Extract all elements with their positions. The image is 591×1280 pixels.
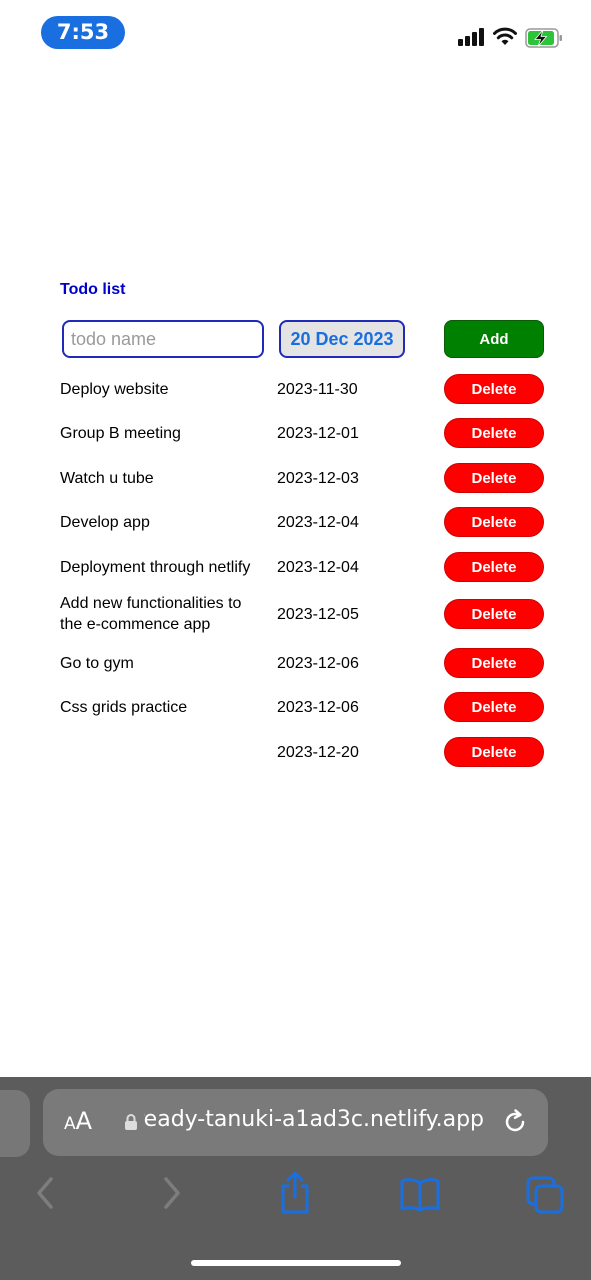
url-text[interactable]: ready-tanuki-a1ad3c.netlify.app <box>144 1107 484 1132</box>
delete-button[interactable]: Delete <box>444 599 544 629</box>
bookmarks-icon[interactable] <box>399 1176 441 1212</box>
delete-button[interactable]: Delete <box>444 463 544 493</box>
todo-row: Add new functionalities to the e-commenc… <box>0 593 591 635</box>
delete-button[interactable]: Delete <box>444 374 544 404</box>
todo-row: Watch u tube 2023-12-03 Delete <box>0 463 591 493</box>
todo-date: 2023-12-03 <box>277 469 359 487</box>
todo-row: Deployment through netlify 2023-12-04 Dele… <box>0 552 591 582</box>
todo-date: 2023-12-04 <box>277 558 359 576</box>
todo-date: 2023-12-04 <box>277 513 359 531</box>
status-time: 7:53 <box>41 16 125 49</box>
todo-name: Deploy website <box>60 380 169 398</box>
todo-date: 2023-12-20 <box>277 743 359 761</box>
todo-name: Watch u tube <box>60 469 154 487</box>
forward-icon[interactable] <box>158 1173 186 1213</box>
todo-date: 2023-11-30 <box>277 380 358 398</box>
todo-date: 2023-12-05 <box>277 605 359 623</box>
page-title: Todo list <box>60 281 126 298</box>
todo-name: Add new functionalities to the e-commenc… <box>60 595 242 633</box>
delete-button[interactable]: Delete <box>444 692 544 722</box>
text-size-button[interactable]: AA <box>64 1107 92 1135</box>
cellular-signal-icon <box>458 28 486 46</box>
todo-name: Deployment through netlify <box>60 558 251 576</box>
previous-tab-preview[interactable] <box>0 1090 30 1157</box>
delete-button[interactable]: Delete <box>444 648 544 678</box>
lock-icon <box>125 1114 137 1130</box>
todo-row: Go to gym 2023-12-06 Delete <box>0 648 591 678</box>
share-icon[interactable] <box>278 1170 312 1216</box>
delete-button[interactable]: Delete <box>444 418 544 448</box>
tabs-icon[interactable] <box>525 1175 565 1215</box>
todo-name-input[interactable] <box>62 320 264 358</box>
delete-button[interactable]: Delete <box>444 737 544 767</box>
todo-row: Css grids practice 2023-12-06 Delete <box>0 692 591 722</box>
todo-name: Go to gym <box>60 654 134 672</box>
todo-date: 2023-12-06 <box>277 698 359 716</box>
todo-name: Css grids practice <box>60 698 188 716</box>
todo-name: Develop app <box>60 513 150 531</box>
todo-date: 2023-12-06 <box>277 654 359 672</box>
add-button[interactable]: Add <box>444 320 544 358</box>
reload-icon[interactable] <box>501 1108 529 1136</box>
delete-button[interactable]: Delete <box>444 552 544 582</box>
delete-button[interactable]: Delete <box>444 507 544 537</box>
home-indicator <box>191 1260 401 1266</box>
back-icon[interactable] <box>31 1173 59 1213</box>
todo-date-input[interactable]: 20 Dec 2023 <box>279 320 405 358</box>
wifi-icon <box>493 27 517 45</box>
todo-name: Group B meeting <box>60 424 181 442</box>
todo-row: Group B meeting 2023-12-01 Delete <box>0 418 591 448</box>
todo-row: Develop app 2023-12-04 Delete <box>0 507 591 537</box>
todo-row: 2023-12-20 Delete <box>0 737 591 767</box>
todo-date: 2023-12-01 <box>277 424 359 442</box>
todo-row: Deploy website 2023-11-30 Delete <box>0 374 591 404</box>
battery-charging-icon <box>525 28 562 48</box>
address-bar[interactable]: AA ready-tanuki-a1ad3c.netlify.app <box>43 1089 548 1156</box>
